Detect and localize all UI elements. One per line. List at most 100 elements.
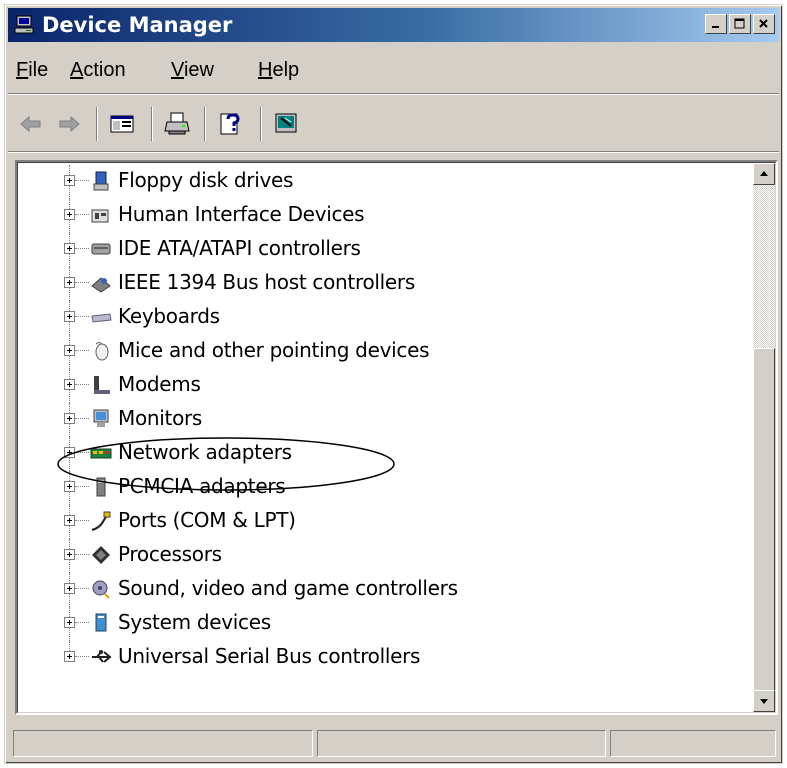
expand-icon[interactable] bbox=[64, 413, 75, 424]
window-title: Device Manager bbox=[42, 13, 233, 37]
help-button[interactable] bbox=[214, 107, 248, 141]
tree-item-label: Keyboards bbox=[118, 304, 220, 328]
tree-item-label: Processors bbox=[118, 542, 222, 566]
back-button[interactable] bbox=[14, 107, 48, 141]
floppy-drive-icon bbox=[90, 170, 112, 192]
expand-icon[interactable] bbox=[64, 277, 75, 288]
toolbar-separator bbox=[96, 107, 98, 141]
tree-item-label: IDE ATA/ATAPI controllers bbox=[118, 236, 361, 260]
scroll-down-button[interactable] bbox=[753, 690, 775, 712]
print-icon bbox=[164, 112, 190, 135]
print-button[interactable] bbox=[160, 107, 194, 141]
monitor-icon bbox=[90, 408, 112, 430]
expand-icon[interactable] bbox=[64, 447, 75, 458]
computer-monitor-icon bbox=[14, 15, 36, 35]
tree-item[interactable]: Network adapters bbox=[18, 437, 753, 471]
tree-item[interactable]: Human Interface Devices bbox=[18, 199, 753, 233]
tree-branch bbox=[75, 282, 89, 283]
hid-icon bbox=[90, 204, 112, 226]
minimize-button[interactable] bbox=[705, 14, 727, 34]
tree-branch bbox=[75, 180, 89, 181]
console-tree-button[interactable] bbox=[105, 107, 139, 141]
scroll-thumb[interactable] bbox=[753, 348, 775, 693]
expand-icon[interactable] bbox=[64, 481, 75, 492]
tree-item-label: Human Interface Devices bbox=[118, 202, 365, 226]
tree-item-label: Network adapters bbox=[118, 440, 292, 464]
device-tree-panel: Floppy disk drives Human Interface Devic… bbox=[15, 160, 778, 715]
menu-action[interactable]: Action bbox=[70, 59, 126, 82]
pcmcia-icon bbox=[90, 476, 112, 498]
tree-item[interactable]: Modems bbox=[18, 369, 753, 403]
menu-action-mnemonic: A bbox=[70, 59, 84, 81]
show-hide-console-tree-icon bbox=[110, 115, 134, 133]
menu-file[interactable]: File bbox=[16, 59, 48, 82]
tree-item-label: Mice and other pointing devices bbox=[118, 338, 430, 362]
device-tree: Floppy disk drives Human Interface Devic… bbox=[18, 163, 753, 712]
tree-item[interactable]: IEEE 1394 Bus host controllers bbox=[18, 267, 753, 301]
processor-icon bbox=[90, 544, 112, 566]
modem-icon bbox=[90, 374, 112, 396]
tree-item-label: System devices bbox=[118, 610, 271, 634]
tree-branch bbox=[75, 418, 89, 419]
scroll-up-button[interactable] bbox=[753, 163, 775, 185]
minimize-icon bbox=[712, 26, 719, 28]
vertical-scrollbar[interactable] bbox=[753, 163, 775, 712]
expand-icon[interactable] bbox=[64, 243, 75, 254]
menu-help-label: elp bbox=[272, 59, 300, 81]
tree-item[interactable]: Keyboards bbox=[18, 301, 753, 335]
expand-icon[interactable] bbox=[64, 345, 75, 356]
close-button[interactable] bbox=[753, 14, 775, 34]
device-manager-window: Device Manager File Action View Help Flo… bbox=[4, 4, 783, 764]
title-bar[interactable]: Device Manager bbox=[8, 8, 779, 42]
expand-icon[interactable] bbox=[64, 651, 75, 662]
expand-icon[interactable] bbox=[64, 175, 75, 186]
maximize-button[interactable] bbox=[729, 14, 751, 34]
keyboard-icon bbox=[90, 306, 112, 328]
window-controls bbox=[703, 14, 775, 36]
tree-item[interactable]: PCMCIA adapters bbox=[18, 471, 753, 505]
expand-icon[interactable] bbox=[64, 549, 75, 560]
tree-item[interactable]: Universal Serial Bus controllers bbox=[18, 641, 753, 675]
system-device-icon bbox=[90, 612, 112, 634]
expand-icon[interactable] bbox=[64, 209, 75, 220]
tree-branch bbox=[75, 248, 89, 249]
help-icon bbox=[220, 113, 240, 135]
menu-file-mnemonic: F bbox=[16, 59, 29, 81]
menu-help-mnemonic: H bbox=[258, 59, 273, 81]
tree-branch bbox=[75, 520, 89, 521]
tree-item[interactable]: IDE ATA/ATAPI controllers bbox=[18, 233, 753, 267]
tree-item[interactable]: Mice and other pointing devices bbox=[18, 335, 753, 369]
tree-item[interactable]: Sound, video and game controllers bbox=[18, 573, 753, 607]
expand-icon[interactable] bbox=[64, 379, 75, 390]
expand-icon[interactable] bbox=[64, 515, 75, 526]
tree-item[interactable]: Monitors bbox=[18, 403, 753, 437]
tree-branch bbox=[75, 554, 89, 555]
scan-hardware-button[interactable] bbox=[270, 107, 304, 141]
port-icon bbox=[90, 510, 112, 532]
forward-button[interactable] bbox=[52, 107, 86, 141]
tree-branch bbox=[75, 214, 89, 215]
expand-icon[interactable] bbox=[64, 583, 75, 594]
expand-icon[interactable] bbox=[64, 311, 75, 322]
tree-item[interactable]: System devices bbox=[18, 607, 753, 641]
menu-file-label: ile bbox=[28, 59, 49, 81]
menu-separator bbox=[8, 93, 779, 95]
tree-item-label: PCMCIA adapters bbox=[118, 474, 286, 498]
menu-view[interactable]: View bbox=[171, 59, 214, 82]
tree-item-label: Universal Serial Bus controllers bbox=[118, 644, 421, 668]
scan-hardware-icon bbox=[275, 113, 297, 133]
toolbar-separator bbox=[260, 107, 262, 141]
tree-item[interactable]: Processors bbox=[18, 539, 753, 573]
network-adapter-icon bbox=[90, 442, 112, 464]
tree-item[interactable]: Floppy disk drives bbox=[18, 165, 753, 199]
tree-branch bbox=[75, 622, 89, 623]
tree-branch bbox=[75, 452, 89, 453]
expand-icon[interactable] bbox=[64, 617, 75, 628]
status-bar bbox=[8, 727, 779, 759]
menu-view-label: iew bbox=[183, 59, 214, 81]
menu-view-mnemonic: V bbox=[171, 59, 184, 81]
tree-item[interactable]: Ports (COM & LPT) bbox=[18, 505, 753, 539]
menu-help[interactable]: Help bbox=[258, 59, 299, 82]
sound-icon bbox=[90, 578, 112, 600]
status-panel bbox=[610, 730, 776, 757]
